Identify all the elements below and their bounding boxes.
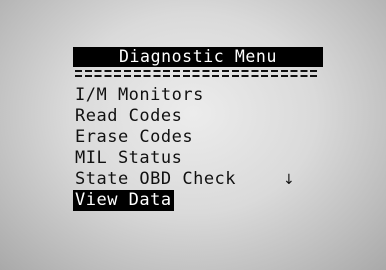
menu-item-erase-codes[interactable]: Erase Codes: [75, 127, 325, 148]
menu-item-mil-status[interactable]: MIL Status: [75, 148, 325, 169]
menu-item-label: Read Codes: [75, 106, 183, 126]
menu-item-read-codes[interactable]: Read Codes: [75, 106, 325, 127]
diagnostic-menu: I/M Monitors Read Codes Erase Codes MIL …: [73, 85, 325, 211]
menu-item-label: I/M Monitors: [75, 85, 204, 105]
lcd-screen: Diagnostic Menu I/M Monitors Read Codes …: [0, 0, 386, 270]
menu-item-label: MIL Status: [75, 148, 183, 168]
menu-item-label: Erase Codes: [75, 127, 194, 147]
menu-item-label: View Data: [73, 190, 174, 211]
menu-item-view-data[interactable]: View Data: [73, 190, 325, 211]
menu-item-label: State OBD Check: [75, 169, 237, 189]
title-divider: [75, 70, 320, 79]
scroll-down-arrow-icon: ↓: [283, 172, 295, 188]
menu-title: Diagnostic Menu: [73, 47, 323, 67]
menu-item-im-monitors[interactable]: I/M Monitors: [75, 85, 325, 106]
